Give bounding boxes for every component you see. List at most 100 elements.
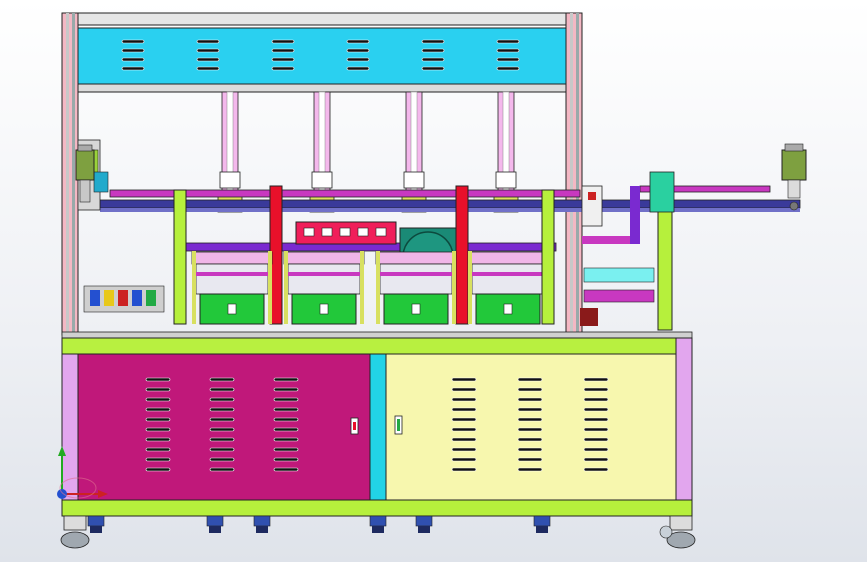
vent-slot: [517, 377, 543, 382]
vent-slot: [496, 66, 520, 71]
vent-slot: [271, 48, 295, 53]
leveling-feet: [87, 515, 551, 533]
vent-slot: [517, 467, 543, 472]
vent-slot: [273, 427, 299, 432]
vent-slot: [273, 457, 299, 462]
tool-slot: [357, 227, 369, 237]
work-station: [191, 251, 273, 325]
vent-slot: [517, 437, 543, 442]
cabinet: [61, 337, 693, 517]
vent-slot: [209, 397, 235, 402]
vent-slot: [346, 57, 370, 62]
leveling-foot: [206, 515, 224, 533]
door-lock-icon[interactable]: [350, 417, 359, 435]
vent-slot: [583, 437, 609, 442]
vent-slot: [145, 377, 171, 382]
vent-slot: [583, 397, 609, 402]
vent-slot: [517, 397, 543, 402]
leveling-foot: [533, 515, 551, 533]
leveling-foot: [87, 515, 105, 533]
vent-slot: [583, 407, 609, 412]
vent-slot: [196, 57, 220, 62]
station-column: [173, 189, 187, 325]
vent-slot: [451, 397, 477, 402]
station-column: [541, 189, 555, 325]
tool-slot: [321, 227, 333, 237]
vent-slot: [451, 457, 477, 462]
vent-slot: [451, 407, 477, 412]
vent-slot: [517, 387, 543, 392]
vent-slot: [583, 417, 609, 422]
vent-slot: [145, 387, 171, 392]
vent-slot: [273, 417, 299, 422]
vent-slot: [273, 437, 299, 442]
door-handle-icon[interactable]: [394, 415, 403, 435]
vent-slot: [121, 48, 145, 53]
vent-slot: [517, 457, 543, 462]
vent-slot: [583, 377, 609, 382]
vent-slot: [145, 407, 171, 412]
tool-slot: [303, 227, 315, 237]
leveling-foot: [253, 515, 271, 533]
vent-slot: [583, 387, 609, 392]
vent-slot: [271, 57, 295, 62]
cabinet-side-right: [675, 337, 693, 501]
vent-slot: [583, 427, 609, 432]
vent-slot: [273, 467, 299, 472]
vent-slot: [121, 57, 145, 62]
work-station: [375, 251, 457, 325]
vent-slot: [209, 437, 235, 442]
upper-cyan-panel: [77, 27, 567, 85]
caster-wheel-left: [60, 515, 90, 549]
cabinet-divider: [369, 353, 387, 501]
vent-slot: [271, 39, 295, 44]
caster-wheel-right: [659, 515, 696, 549]
tool-slot: [375, 227, 387, 237]
vent-slot: [121, 39, 145, 44]
vent-slot: [583, 467, 609, 472]
vent-slot: [145, 427, 171, 432]
vent-slot: [273, 397, 299, 402]
vent-slot: [451, 467, 477, 472]
vent-slot: [145, 447, 171, 452]
vent-slot: [421, 57, 445, 62]
vent-slot: [346, 66, 370, 71]
vent-slot: [209, 447, 235, 452]
vent-slot: [121, 66, 145, 71]
tool-slot: [339, 227, 351, 237]
base-frame: [61, 499, 693, 517]
cabinet-right-door[interactable]: [385, 353, 677, 501]
right-side-mechanism: [580, 171, 675, 331]
vent-slot: [273, 377, 299, 382]
machine-front-view-drawing: [57, 12, 807, 549]
vent-slot: [517, 447, 543, 452]
frame-post-right: [565, 12, 583, 336]
cad-viewport[interactable]: [0, 0, 867, 562]
table-top: [61, 331, 693, 355]
cabinet-left-door[interactable]: [77, 353, 371, 501]
vent-slot: [145, 417, 171, 422]
vent-slot: [145, 467, 171, 472]
vent-slot: [346, 48, 370, 53]
work-station: [467, 251, 549, 325]
vent-slot: [209, 407, 235, 412]
work-station: [283, 251, 365, 325]
vent-slot: [209, 417, 235, 422]
vent-slot: [517, 407, 543, 412]
vent-slot: [196, 48, 220, 53]
vent-slot: [496, 48, 520, 53]
vent-slot: [209, 467, 235, 472]
vent-slot: [209, 387, 235, 392]
vent-slot: [496, 39, 520, 44]
leveling-foot: [415, 515, 433, 533]
right-green-post: [657, 195, 673, 331]
vent-slot: [583, 457, 609, 462]
vent-slot: [273, 387, 299, 392]
vent-slot: [451, 427, 477, 432]
vent-slot: [209, 457, 235, 462]
vent-slot: [209, 377, 235, 382]
vent-slot: [583, 447, 609, 452]
vent-slot: [517, 427, 543, 432]
vent-slot: [496, 57, 520, 62]
vent-slot: [273, 447, 299, 452]
